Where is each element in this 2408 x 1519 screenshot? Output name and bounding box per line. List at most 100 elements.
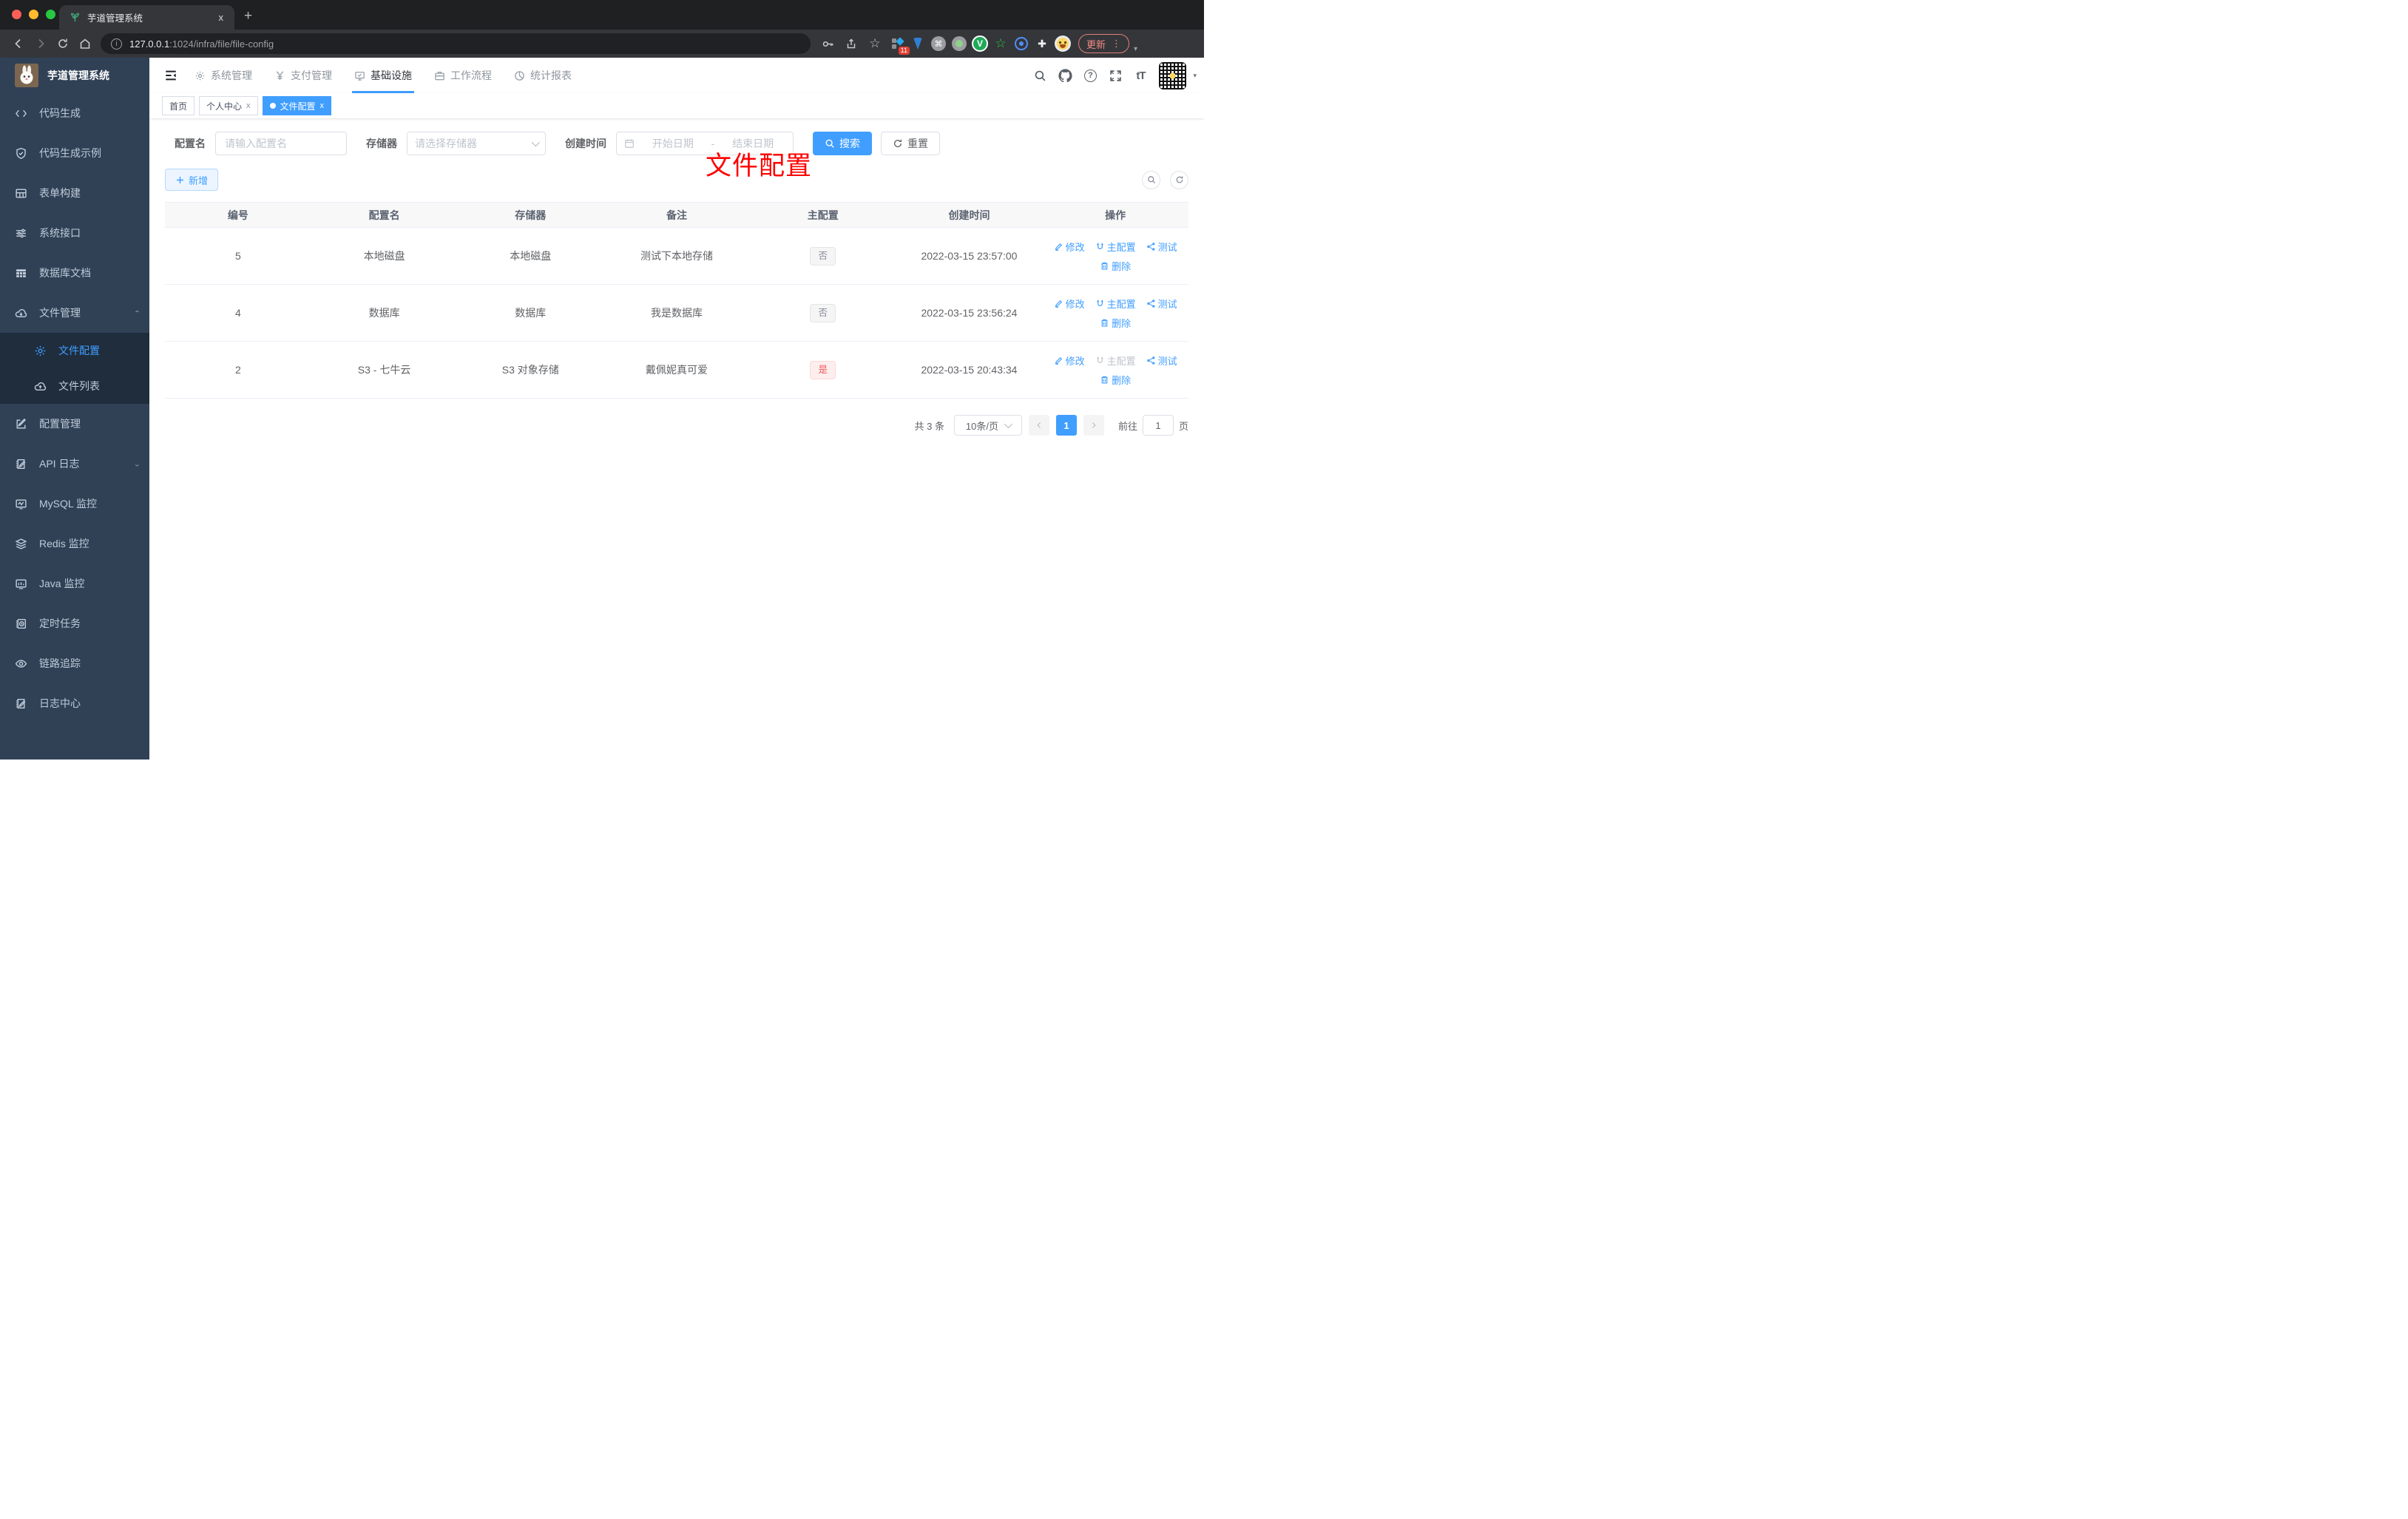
goto-page-input[interactable] <box>1142 415 1174 436</box>
tab-file-config[interactable]: 文件配置 x <box>262 96 332 115</box>
show-search-icon[interactable] <box>1142 170 1160 189</box>
name-label: 配置名 <box>175 138 206 149</box>
edit-action[interactable]: 修改 <box>1054 240 1085 254</box>
help-icon[interactable]: ? <box>1079 64 1101 87</box>
extension-dot-icon[interactable] <box>950 34 969 53</box>
next-page-button[interactable] <box>1083 415 1104 436</box>
chevron-down-icon <box>1004 419 1013 429</box>
chevron-left-icon <box>1037 422 1041 428</box>
sidebar-item-scheduled-jobs[interactable]: 定时任务 <box>0 603 149 643</box>
name-input[interactable] <box>215 132 347 155</box>
close-window-button[interactable] <box>12 10 21 19</box>
page-size-select[interactable]: 10条/页 <box>953 415 1022 436</box>
test-action[interactable]: 测试 <box>1146 353 1177 368</box>
sidebar-item-db-doc[interactable]: 数据库文档 <box>0 253 149 293</box>
browser-menu-icon[interactable]: ⋮ <box>1112 38 1121 50</box>
pencil-icon <box>1055 300 1062 308</box>
font-size-icon[interactable]: tT <box>1129 64 1151 87</box>
tab-profile[interactable]: 个人中心 x <box>199 96 258 115</box>
storage-select[interactable]: 请选择存储器 <box>407 132 546 155</box>
topnav-infrastructure[interactable]: 基础设施 <box>343 58 423 93</box>
close-icon[interactable]: x <box>246 101 251 110</box>
sidebar-item-form-builder[interactable]: 表单构建 <box>0 173 149 213</box>
close-icon[interactable]: x <box>320 101 325 110</box>
extension-tabs-icon[interactable]: 11 <box>887 34 910 55</box>
sidebar-item-code-example[interactable]: 代码生成示例 <box>0 133 149 173</box>
favicon-plant-icon <box>71 13 79 22</box>
sidebar-logo[interactable]: 芋道管理系统 <box>0 58 149 93</box>
sidebar-item-java-monitor[interactable]: Java 监控 <box>0 564 149 603</box>
password-key-icon[interactable] <box>816 33 839 54</box>
avatar-qr-image[interactable] <box>1159 61 1187 89</box>
delete-action[interactable]: 删除 <box>1100 373 1131 387</box>
edit-action[interactable]: 修改 <box>1054 353 1085 368</box>
back-button[interactable] <box>7 33 30 54</box>
sidebar-item-system-api[interactable]: 系统接口 <box>0 213 149 253</box>
sidebar-item-code-generation[interactable]: 代码生成 <box>0 93 149 133</box>
test-action[interactable]: 测试 <box>1146 297 1177 311</box>
share-icon[interactable] <box>840 33 862 54</box>
sidebar-item-redis-monitor[interactable]: Redis 监控 <box>0 524 149 564</box>
window-controls[interactable] <box>12 10 55 19</box>
home-button[interactable] <box>74 33 96 54</box>
file-config-table: 编号 配置名 存储器 备注 主配置 创建时间 操作 5 本地磁盘 本地磁盘 测试… <box>165 202 1188 399</box>
app-window: 芋道管理系统 代码生成 代码生成示例 表单构建 系统接口 数据库文档 文件管理 … <box>0 58 1204 760</box>
search-button[interactable]: 搜索 <box>813 132 872 155</box>
sidebar-item-file-config[interactable]: 文件配置 <box>0 333 149 368</box>
master-action[interactable]: 主配置 <box>1095 240 1136 254</box>
share-nodes-icon <box>1146 242 1155 251</box>
test-action[interactable]: 测试 <box>1146 240 1177 254</box>
extension-star-icon[interactable]: ☆ <box>991 34 1010 53</box>
sidebar-item-config-management[interactable]: 配置管理 <box>0 404 149 444</box>
reset-button[interactable]: 重置 <box>881 132 940 155</box>
extension-command-icon[interactable]: ⌘ <box>929 34 948 53</box>
new-tab-button[interactable]: + <box>244 9 252 24</box>
extension-v-icon[interactable]: V <box>970 34 990 53</box>
col-id: 编号 <box>227 209 248 221</box>
table-icon <box>16 268 26 277</box>
topnav-workflow[interactable]: 工作流程 <box>423 58 503 93</box>
sidebar-collapse-icon[interactable] <box>158 63 183 88</box>
master-action[interactable]: 主配置 <box>1095 297 1136 311</box>
fullscreen-icon[interactable] <box>1104 64 1126 87</box>
delete-action[interactable]: 删除 <box>1100 259 1131 273</box>
primary-badge: 否 <box>810 303 836 322</box>
sidebar-group-file-management[interactable]: 文件管理 ⌃ <box>0 293 149 333</box>
refresh-table-icon[interactable] <box>1170 170 1188 189</box>
sidebar-item-file-list[interactable]: 文件列表 <box>0 368 149 404</box>
reload-button[interactable] <box>52 33 74 54</box>
delete-action[interactable]: 删除 <box>1100 316 1131 330</box>
avatar-caret-icon[interactable]: ▾ <box>1193 72 1197 80</box>
github-icon[interactable] <box>1054 64 1076 87</box>
master-action-disabled: 主配置 <box>1095 353 1136 368</box>
minimize-window-button[interactable] <box>29 10 38 19</box>
topnav-reports[interactable]: 统计报表 <box>503 58 583 93</box>
sidebar-item-tracing[interactable]: 链路追踪 <box>0 643 149 683</box>
sidebar-item-log-center[interactable]: 日志中心 <box>0 683 149 723</box>
extension-emoji-icon[interactable] <box>1053 34 1072 53</box>
address-bar[interactable]: i 127.0.0.1:1024/infra/file/file-config <box>101 33 811 54</box>
forward-button[interactable] <box>30 33 52 54</box>
extension-kite-icon[interactable] <box>908 34 927 53</box>
edit-action[interactable]: 修改 <box>1054 297 1085 311</box>
eye-icon <box>15 659 27 668</box>
topnav-system[interactable]: 系统管理 <box>183 58 263 93</box>
site-info-icon[interactable]: i <box>111 38 122 50</box>
topnav-payment[interactable]: 支付管理 <box>263 58 343 93</box>
tab-close-icon[interactable]: x <box>215 10 228 24</box>
extension-eye-icon[interactable] <box>1012 34 1031 53</box>
col-primary: 主配置 <box>807 209 839 221</box>
extensions-puzzle-icon[interactable]: ✚ <box>1032 34 1052 53</box>
add-button[interactable]: 新增 <box>165 169 219 191</box>
tab-home[interactable]: 首页 <box>162 96 195 115</box>
browser-update-button[interactable]: 更新 ⋮ <box>1078 34 1130 53</box>
maximize-window-button[interactable] <box>46 10 55 19</box>
sidebar-item-mysql-monitor[interactable]: MySQL 监控 <box>0 484 149 524</box>
search-icon[interactable] <box>1029 64 1051 87</box>
page-number-1[interactable]: 1 <box>1055 415 1077 436</box>
prev-page-button[interactable] <box>1028 415 1049 436</box>
browser-tab[interactable]: 芋道管理系统 x <box>59 5 234 30</box>
bookmark-star-icon[interactable]: ☆ <box>864 33 886 54</box>
sidebar-group-api-log[interactable]: API 日志 ⌄ <box>0 444 149 484</box>
profile-caret-icon[interactable]: ▾ <box>1134 45 1137 53</box>
